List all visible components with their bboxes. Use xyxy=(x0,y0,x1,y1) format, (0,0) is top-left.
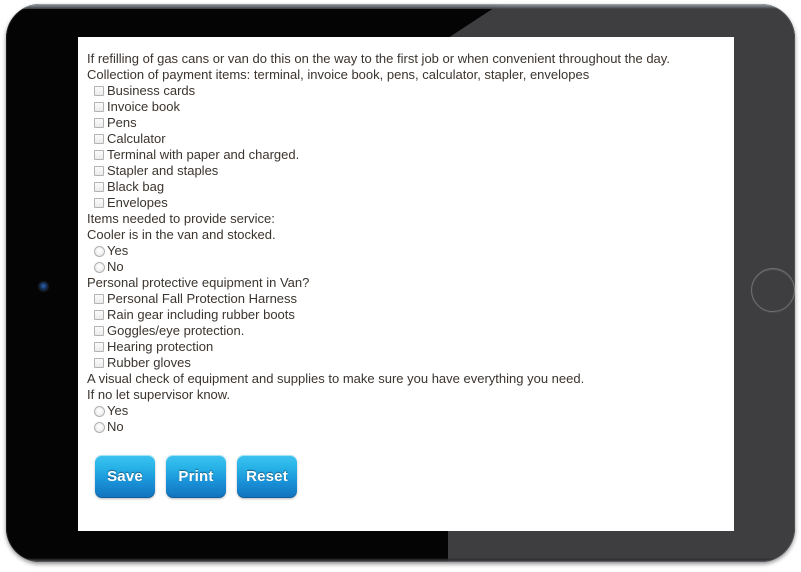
service-heading: Items needed to provide service: xyxy=(87,211,275,226)
checkbox-row[interactable]: Invoice book xyxy=(87,99,734,115)
radio-label: No xyxy=(107,419,124,434)
checkbox-row[interactable]: Terminal with paper and charged. xyxy=(87,147,734,163)
checkbox-row[interactable]: Rubber gloves xyxy=(87,355,734,371)
intro-line: Collection of payment items: terminal, i… xyxy=(87,67,590,82)
checkbox-business-cards[interactable] xyxy=(94,86,104,96)
checkbox-row[interactable]: Stapler and staples xyxy=(87,163,734,179)
ppe-question: Personal protective equipment in Van? xyxy=(87,275,310,290)
radio-row[interactable]: No xyxy=(87,259,734,275)
checkbox-fall-protection-harness[interactable] xyxy=(94,294,104,304)
radio-row[interactable]: Yes xyxy=(87,403,734,419)
checkbox-row[interactable]: Rain gear including rubber boots xyxy=(87,307,734,323)
form-action-buttons: Save Print Reset xyxy=(87,455,734,498)
checkbox-label: Rubber gloves xyxy=(107,355,191,370)
tablet-screen: If refilling of gas cans or van do this … xyxy=(78,37,734,531)
visual-check-line: If no let supervisor know. xyxy=(87,387,231,402)
checkbox-label: Calculator xyxy=(107,131,166,146)
checkbox-label: Goggles/eye protection. xyxy=(107,323,245,338)
checkbox-label: Hearing protection xyxy=(107,339,214,354)
radio-visual-check-yes[interactable] xyxy=(94,405,105,417)
checkbox-label: Business cards xyxy=(107,83,196,98)
radio-label: Yes xyxy=(107,403,129,418)
intro-line: If refilling of gas cans or van do this … xyxy=(87,51,670,66)
form-page: If refilling of gas cans or van do this … xyxy=(78,37,734,531)
visual-check-text-block: A visual check of equipment and supplies… xyxy=(87,371,734,403)
checkbox-label: Black bag xyxy=(107,179,165,194)
checkbox-invoice-book[interactable] xyxy=(94,102,104,112)
radio-cooler-no[interactable] xyxy=(94,261,105,273)
checkbox-row[interactable]: Black bag xyxy=(87,179,734,195)
cooler-options-group: Yes No xyxy=(87,243,734,275)
cooler-question: Cooler is in the van and stocked. xyxy=(87,227,276,242)
checkbox-pens[interactable] xyxy=(94,118,104,128)
visual-check-line: A visual check of equipment and supplies… xyxy=(87,371,585,386)
payment-items-group: Business cards Invoice book Pens Calcula… xyxy=(87,83,734,211)
checkbox-label: Terminal with paper and charged. xyxy=(107,147,300,162)
checkbox-goggles[interactable] xyxy=(94,326,104,336)
radio-cooler-yes[interactable] xyxy=(94,245,105,257)
visual-check-options-group: Yes No xyxy=(87,403,734,435)
checkbox-row[interactable]: Calculator xyxy=(87,131,734,147)
reset-button[interactable]: Reset xyxy=(237,455,297,498)
radio-label: No xyxy=(107,259,124,274)
save-button[interactable]: Save xyxy=(95,455,155,498)
checkbox-row[interactable]: Envelopes xyxy=(87,195,734,211)
checkbox-row[interactable]: Pens xyxy=(87,115,734,131)
checkbox-label: Rain gear including rubber boots xyxy=(107,307,295,322)
radio-visual-check-no[interactable] xyxy=(94,421,105,433)
checkbox-rain-gear[interactable] xyxy=(94,310,104,320)
tablet-device-frame: If refilling of gas cans or van do this … xyxy=(6,4,795,562)
checkbox-label: Envelopes xyxy=(107,195,168,210)
checkbox-calculator[interactable] xyxy=(94,134,104,144)
intro-text-block: If refilling of gas cans or van do this … xyxy=(87,51,734,83)
radio-row[interactable]: Yes xyxy=(87,243,734,259)
checkbox-row[interactable]: Business cards xyxy=(87,83,734,99)
checkbox-terminal[interactable] xyxy=(94,150,104,160)
checkbox-label: Stapler and staples xyxy=(107,163,219,178)
checkbox-hearing-protection[interactable] xyxy=(94,342,104,352)
print-button[interactable]: Print xyxy=(166,455,226,498)
radio-row[interactable]: No xyxy=(87,419,734,435)
home-button[interactable] xyxy=(751,268,795,312)
checkbox-row[interactable]: Goggles/eye protection. xyxy=(87,323,734,339)
bezel-top-highlight xyxy=(6,4,795,9)
checkbox-label: Pens xyxy=(107,115,137,130)
checkbox-envelopes[interactable] xyxy=(94,198,104,208)
checkbox-label: Invoice book xyxy=(107,99,180,114)
front-camera-icon xyxy=(39,282,48,291)
radio-label: Yes xyxy=(107,243,129,258)
checkbox-row[interactable]: Personal Fall Protection Harness xyxy=(87,291,734,307)
checkbox-black-bag[interactable] xyxy=(94,182,104,192)
ppe-items-group: Personal Fall Protection Harness Rain ge… xyxy=(87,291,734,371)
checkbox-rubber-gloves[interactable] xyxy=(94,358,104,368)
checkbox-row[interactable]: Hearing protection xyxy=(87,339,734,355)
checkbox-label: Personal Fall Protection Harness xyxy=(107,291,298,306)
bezel-bottom-highlight xyxy=(6,558,795,562)
checkbox-stapler[interactable] xyxy=(94,166,104,176)
